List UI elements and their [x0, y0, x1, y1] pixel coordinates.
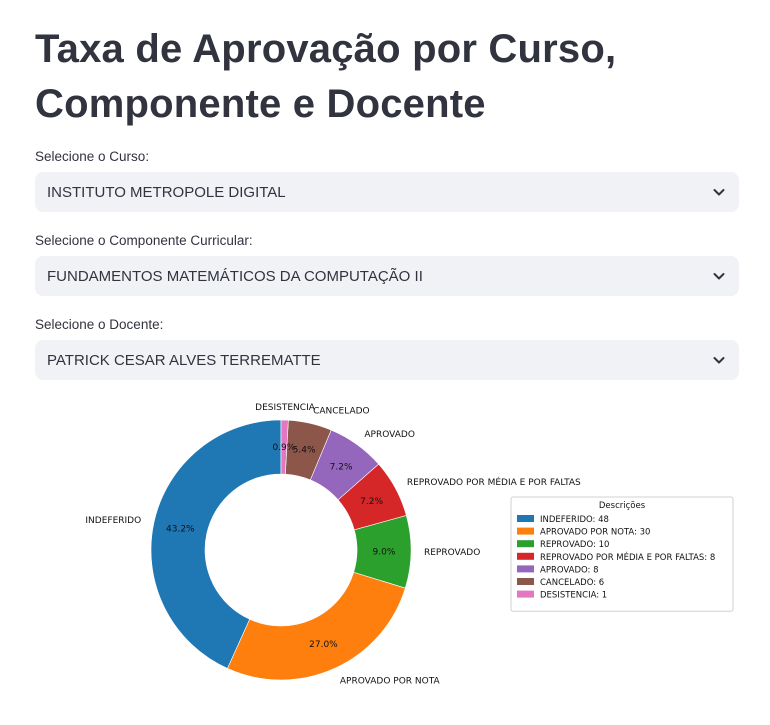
legend-swatch-indeferido — [517, 515, 534, 522]
slice-label-desistencia: DESISTENCIA — [255, 403, 316, 413]
slice-label-reprovado: REPROVADO — [424, 548, 480, 558]
componente-select-value: FUNDAMENTOS MATEMÁTICOS DA COMPUTAÇÃO II — [47, 267, 423, 285]
curso-select-value: INSTITUTO METROPOLE DIGITAL — [47, 183, 286, 201]
docente-select[interactable]: PATRICK CESAR ALVES TERREMATTE — [35, 340, 739, 380]
legend-title: Descrições — [599, 501, 646, 511]
legend-swatch-desistencia — [517, 590, 534, 598]
slice-label-aprovado: APROVADO — [364, 430, 415, 440]
legend-entry-aprovado-por-nota: APROVADO POR NOTA: 30 — [540, 528, 650, 538]
legend-swatch-aprovado — [517, 565, 534, 573]
pct-label-reprovado-por-media-e-por-faltas: 7.2% — [360, 497, 383, 507]
slice-label-indeferido: INDEFERIDO — [85, 516, 141, 526]
donut-chart: 43.2% INDEFERIDO 27.0% APROVADO POR NOTA 9.0… — [85, 403, 734, 686]
componente-select[interactable]: FUNDAMENTOS MATEMÁTICOS DA COMPUTAÇÃO II — [35, 256, 739, 296]
legend-entry-desistencia: DESISTENCIA: 1 — [540, 591, 607, 601]
pct-label-reprovado: 9.0% — [373, 547, 396, 557]
docente-select-value: PATRICK CESAR ALVES TERREMATTE — [47, 351, 321, 369]
legend-swatch-reprovado — [517, 540, 534, 548]
slice-aprovado-por-nota — [227, 571, 406, 681]
slice-label-reprovado-por-media-e-por-faltas: REPROVADO POR MÉDIA E POR FALTAS — [407, 476, 581, 488]
curso-label: Selecione o Curso: — [35, 149, 150, 164]
pct-label-cancelado: 5.4% — [293, 446, 316, 456]
legend-swatch-cancelado — [517, 578, 534, 585]
componente-label: Selecione o Componente Curricular: — [35, 233, 253, 248]
slice-label-cancelado: CANCELADO — [313, 407, 370, 417]
legend-entry-reprovado: REPROVADO: 10 — [540, 540, 609, 550]
legend-entry-cancelado: CANCELADO: 6 — [540, 578, 604, 588]
pct-label-desistencia: 0.9% — [272, 443, 295, 453]
legend-swatch-aprovado-por-nota — [517, 527, 534, 535]
legend-swatch-reprovado-por-media-e-por-faltas — [517, 552, 534, 560]
chevron-down-icon — [711, 268, 727, 284]
chevron-down-icon — [711, 184, 727, 200]
pct-label-aprovado-por-nota: 27.0% — [309, 640, 338, 650]
legend-entry-aprovado: APROVADO: 8 — [540, 565, 599, 575]
chevron-down-icon — [711, 352, 727, 368]
page-title-line1: Taxa de Aprovação por Curso, — [35, 27, 617, 71]
page-title-line2: Componente e Docente — [35, 82, 486, 126]
legend-entry-indeferido: INDEFERIDO: 48 — [540, 515, 609, 525]
pct-label-aprovado: 7.2% — [330, 462, 353, 472]
legend-entry-reprovado-por-media-e-por-faltas: REPROVADO POR MÉDIA E POR FALTAS: 8 — [540, 551, 715, 563]
pct-label-indeferido: 43.2% — [166, 524, 195, 534]
curso-select[interactable]: INSTITUTO METROPOLE DIGITAL — [35, 172, 739, 212]
docente-label: Selecione o Docente: — [35, 317, 164, 332]
slice-label-aprovado-por-nota: APROVADO POR NOTA — [340, 676, 441, 686]
page-title: Taxa de Aprovação por Curso, Componente … — [35, 22, 616, 132]
